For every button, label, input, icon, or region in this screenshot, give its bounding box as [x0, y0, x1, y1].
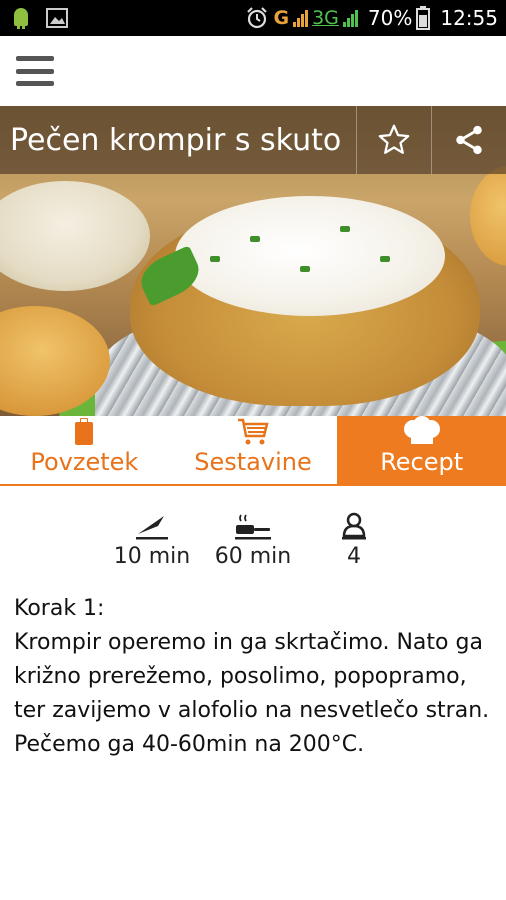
share-icon	[456, 125, 482, 155]
clock: 12:55	[440, 6, 498, 30]
status-bar: G 3G 70% 12:55	[0, 0, 506, 36]
share-button[interactable]	[431, 106, 506, 174]
cook-time-value: 60 min	[214, 544, 292, 569]
step-text: Krompir operemo in ga skrtačimo. Nato ga…	[14, 630, 490, 757]
recipe-hero-image: Pečen krompir s skuto	[0, 106, 506, 416]
recipe-instructions: Korak 1: Krompir operemo in ga skrtačimo…	[14, 592, 498, 762]
cook-time: 60 min	[208, 510, 298, 569]
tab-sestavine[interactable]: Sestavine	[169, 416, 338, 484]
knife-icon	[136, 516, 168, 540]
star-icon	[378, 124, 410, 154]
cart-icon	[238, 418, 269, 445]
network-3g-label: 3G	[312, 7, 339, 29]
tab-povzetek-label: Povzetek	[30, 448, 139, 476]
recipe-meta: 10 min 60 min 4	[0, 510, 506, 580]
android-debug-icon	[14, 8, 28, 29]
servings: 4	[309, 510, 399, 569]
action-bar	[0, 36, 506, 106]
network-g-label: G	[273, 7, 290, 29]
battery-icon	[416, 6, 431, 30]
signal-icon-3g	[342, 9, 358, 27]
recipe-tabs: Povzetek Sestavine Recept	[0, 416, 506, 486]
person-icon	[342, 512, 366, 540]
signal-icon	[293, 9, 309, 27]
pan-icon	[235, 514, 271, 540]
menu-icon[interactable]	[16, 56, 54, 86]
recipe-title-bar: Pečen krompir s skuto	[0, 106, 506, 174]
prep-time-value: 10 min	[113, 544, 191, 569]
alarm-icon	[247, 7, 268, 29]
battery-percent: 70%	[367, 6, 413, 30]
prep-time: 10 min	[107, 510, 197, 569]
tab-sestavine-label: Sestavine	[194, 448, 312, 476]
tab-recept-label: Recept	[380, 448, 464, 476]
tab-recept[interactable]: Recept	[337, 416, 506, 484]
tab-povzetek[interactable]: Povzetek	[0, 416, 169, 484]
clipboard-icon	[75, 418, 94, 445]
image-icon	[46, 8, 68, 28]
chef-hat-icon	[403, 416, 440, 444]
recipe-title: Pečen krompir s skuto	[10, 122, 342, 158]
step-label: Korak 1:	[14, 596, 105, 621]
servings-value: 4	[347, 544, 361, 569]
favorite-button[interactable]	[356, 106, 431, 174]
